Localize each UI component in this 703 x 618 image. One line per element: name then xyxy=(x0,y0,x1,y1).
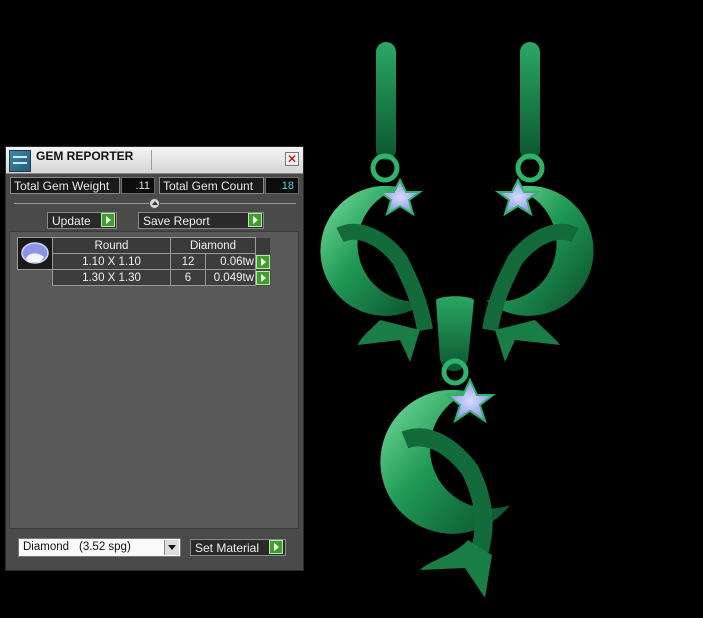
total-gem-weight-value: .11 xyxy=(121,177,155,194)
table-header-row: Round Diamond xyxy=(52,237,271,254)
shape-header: Round xyxy=(52,237,171,254)
left-earring xyxy=(320,42,433,362)
collapse-toggle-icon[interactable] xyxy=(149,198,160,209)
total-gem-weight-label: Total Gem Weight xyxy=(10,177,120,194)
gem-count-cell: 6 xyxy=(170,269,206,286)
gem-weight-cell: 0.06tw xyxy=(205,253,256,270)
title-divider xyxy=(151,150,152,170)
save-report-button[interactable]: Save Report xyxy=(138,212,264,229)
gem-size-cell: 1.30 X 1.30 xyxy=(52,269,171,286)
material-dropdown[interactable]: Diamond (3.52 spg) xyxy=(18,538,181,557)
chevron-down-icon[interactable] xyxy=(164,540,179,555)
table-row[interactable]: 1.10 X 1.10 12 0.06tw xyxy=(52,253,271,270)
gem-size-cell: 1.10 X 1.10 xyxy=(52,253,171,270)
material-bar: Diamond (3.52 spg) Set Material xyxy=(6,530,303,570)
gem-report-list: Round Diamond 1.10 X 1.10 12 0.06tw 1.30… xyxy=(9,231,299,529)
round-gem-icon[interactable] xyxy=(17,237,53,270)
row-select-icon[interactable] xyxy=(256,254,270,269)
pendant xyxy=(380,296,510,598)
gem-weight-cell: 0.049tw xyxy=(205,269,256,286)
gem-count-cell: 12 xyxy=(170,253,206,270)
panel-titlebar[interactable]: GEM REPORTER ✕ xyxy=(6,147,303,174)
panel-title: GEM REPORTER xyxy=(36,149,134,163)
update-label: Update xyxy=(52,214,91,228)
material-sg: (3.52 spg) xyxy=(79,541,131,553)
total-gem-count-value: 18 xyxy=(265,177,299,194)
close-button[interactable]: ✕ xyxy=(285,152,299,166)
save-report-label: Save Report xyxy=(143,214,210,228)
save-report-go-icon[interactable] xyxy=(248,213,262,227)
set-material-label: Set Material xyxy=(195,541,260,555)
update-go-icon[interactable] xyxy=(101,213,115,227)
total-gem-count-label: Total Gem Count xyxy=(159,177,264,194)
row-select-icon[interactable] xyxy=(256,270,270,285)
gem-reporter-icon xyxy=(9,150,31,172)
gem-table: Round Diamond 1.10 X 1.10 12 0.06tw 1.30… xyxy=(52,237,271,286)
gem-type-header: Diamond xyxy=(170,237,256,254)
gem-reporter-panel: GEM REPORTER ✕ Total Gem Weight .11 Tota… xyxy=(5,146,304,571)
set-material-go-icon[interactable] xyxy=(269,540,283,554)
table-row[interactable]: 1.30 X 1.30 6 0.049tw xyxy=(52,269,271,286)
material-name: Diamond xyxy=(23,541,70,553)
right-earring xyxy=(482,42,594,362)
